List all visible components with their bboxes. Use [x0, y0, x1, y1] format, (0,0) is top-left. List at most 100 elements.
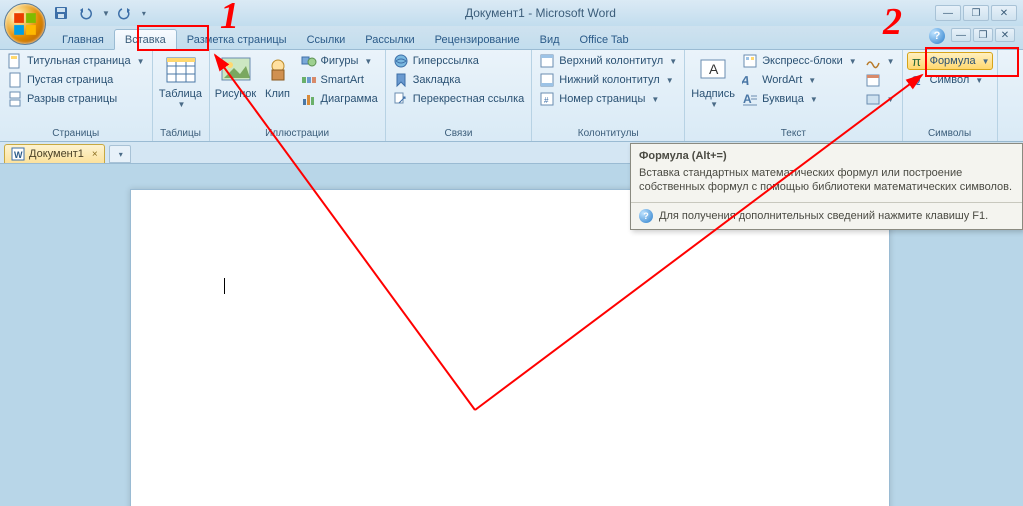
chart-button[interactable]: Диаграмма: [298, 90, 381, 108]
quickparts-button[interactable]: Экспресс-блоки▼: [739, 52, 860, 70]
blank-page-button[interactable]: Пустая страница: [4, 71, 148, 89]
wordart-button[interactable]: A WordArt▼: [739, 71, 860, 89]
cover-page-button[interactable]: Титульная страница▼: [4, 52, 148, 70]
dropcap-label: Буквица: [762, 93, 804, 105]
table-label: Таблица: [159, 88, 202, 100]
symbol-icon: Ω: [910, 72, 926, 88]
group-tables: Таблица ▼ Таблицы: [153, 50, 210, 141]
group-text: A Надпись ▼ Экспресс-блоки▼ A WordArt▼ A…: [685, 50, 902, 141]
document-tab[interactable]: W Документ1 ×: [4, 144, 105, 163]
quickparts-icon: [742, 53, 758, 69]
tooltip-footer: Для получения дополнительных сведений на…: [659, 210, 988, 222]
new-tab-button[interactable]: ▾: [109, 145, 131, 163]
quickparts-label: Экспресс-блоки: [762, 55, 843, 67]
svg-text:π: π: [912, 54, 921, 69]
redo-button[interactable]: [116, 4, 134, 22]
inner-window-controls: ? — ❐ ✕: [929, 28, 1015, 44]
maximize-button[interactable]: ❐: [963, 5, 989, 21]
help-button[interactable]: ?: [929, 28, 945, 44]
svg-text:A: A: [742, 73, 753, 88]
tab-office-tab[interactable]: Office Tab: [570, 30, 639, 49]
crossref-button[interactable]: Перекрестная ссылка: [390, 90, 528, 108]
group-symbols: π Формула▼ Ω Символ▼ Символы: [903, 50, 998, 141]
bookmark-button[interactable]: Закладка: [390, 71, 528, 89]
shapes-button[interactable]: Фигуры▼: [298, 52, 381, 70]
bookmark-icon: [393, 72, 409, 88]
office-button[interactable]: [4, 3, 46, 45]
group-headerfooter-label: Колонтитулы: [536, 127, 680, 141]
hyperlink-label: Гиперссылка: [413, 55, 479, 67]
header-button[interactable]: Верхний колонтитул▼: [536, 52, 680, 70]
close-button[interactable]: ✕: [991, 5, 1017, 21]
datetime-icon: [865, 72, 881, 88]
textbox-button[interactable]: A Надпись ▼: [689, 52, 737, 111]
tab-page-layout[interactable]: Разметка страницы: [177, 30, 297, 49]
group-links-label: Связи: [390, 127, 528, 141]
equation-button[interactable]: π Формула▼: [907, 52, 993, 70]
svg-text:A: A: [743, 92, 752, 106]
hyperlink-icon: [393, 53, 409, 69]
tab-home[interactable]: Главная: [52, 30, 114, 49]
pagenum-button[interactable]: # Номер страницы▼: [536, 90, 680, 108]
object-button[interactable]: ▼: [862, 90, 898, 108]
smartart-button[interactable]: SmartArt: [298, 71, 381, 89]
office-logo-icon: [12, 11, 38, 37]
tooltip-body: Вставка стандартных математических форму…: [631, 164, 1022, 202]
tab-references[interactable]: Ссылки: [297, 30, 356, 49]
quick-access-toolbar: ▼ ▾: [52, 4, 146, 22]
equation-tooltip: Формула (Alt+=) Вставка стандартных мате…: [630, 143, 1023, 230]
pagenum-label: Номер страницы: [559, 93, 645, 105]
chart-label: Диаграмма: [321, 93, 378, 105]
datetime-button[interactable]: [862, 71, 898, 89]
tab-mailings[interactable]: Рассылки: [355, 30, 424, 49]
group-symbols-label: Символы: [907, 127, 993, 141]
picture-icon: [220, 54, 252, 86]
blank-page-icon: [7, 72, 23, 88]
textbox-label: Надпись: [691, 88, 735, 100]
tooltip-title: Формула (Alt+=): [631, 144, 1022, 164]
save-button[interactable]: [52, 4, 70, 22]
smartart-icon: [301, 72, 317, 88]
undo-dropdown[interactable]: ▼: [102, 9, 110, 18]
signature-icon: [865, 53, 881, 69]
table-button[interactable]: Таблица ▼: [157, 52, 205, 111]
page-break-button[interactable]: Разрыв страницы: [4, 90, 148, 108]
redo-icon: [118, 6, 132, 20]
picture-button[interactable]: Рисунок: [214, 52, 258, 102]
picture-label: Рисунок: [215, 88, 257, 100]
group-text-label: Текст: [689, 127, 897, 141]
shapes-label: Фигуры: [321, 55, 359, 67]
inner-minimize[interactable]: —: [951, 28, 971, 42]
inner-restore[interactable]: ❐: [973, 28, 993, 42]
document-tab-close[interactable]: ×: [92, 149, 98, 160]
dropcap-icon: A: [742, 91, 758, 107]
clip-icon: [262, 54, 294, 86]
document-page[interactable]: [130, 189, 890, 506]
chart-icon: [301, 91, 317, 107]
header-icon: [539, 53, 555, 69]
header-label: Верхний колонтитул: [559, 55, 663, 67]
tab-insert[interactable]: Вставка: [114, 29, 177, 50]
footer-button[interactable]: Нижний колонтитул▼: [536, 71, 680, 89]
dropcap-button[interactable]: A Буквица▼: [739, 90, 860, 108]
inner-close[interactable]: ✕: [995, 28, 1015, 42]
signature-button[interactable]: ▼: [862, 52, 898, 70]
window-title: Документ1 - Microsoft Word: [146, 6, 935, 20]
pagenum-icon: #: [539, 91, 555, 107]
title-bar: ▼ ▾ Документ1 - Microsoft Word — ❐ ✕: [0, 0, 1023, 26]
tab-review[interactable]: Рецензирование: [425, 30, 530, 49]
object-icon: [865, 91, 881, 107]
symbol-button[interactable]: Ω Символ▼: [907, 71, 993, 89]
undo-button[interactable]: [76, 4, 94, 22]
cover-page-icon: [7, 53, 23, 69]
document-tab-label: Документ1: [29, 148, 84, 160]
bookmark-label: Закладка: [413, 74, 461, 86]
tab-view[interactable]: Вид: [530, 30, 570, 49]
clip-button[interactable]: Клип: [260, 52, 296, 102]
group-tables-label: Таблицы: [157, 127, 205, 141]
window-controls: — ❐ ✕: [935, 5, 1017, 21]
table-icon: [165, 54, 197, 86]
hyperlink-button[interactable]: Гиперссылка: [390, 52, 528, 70]
group-headerfooter: Верхний колонтитул▼ Нижний колонтитул▼ #…: [532, 50, 685, 141]
minimize-button[interactable]: —: [935, 5, 961, 21]
